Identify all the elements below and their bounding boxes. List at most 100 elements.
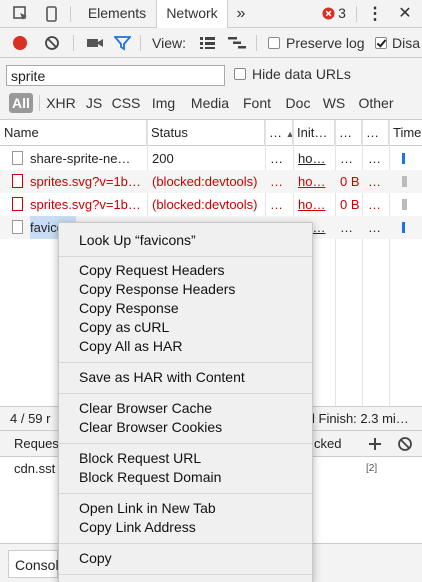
request-size: …	[340, 151, 353, 166]
type-filter-all[interactable]: All	[9, 93, 33, 113]
column-name[interactable]: Name	[0, 120, 147, 146]
close-icon[interactable]: ✕	[396, 0, 414, 27]
request-initiator-link[interactable]: ho…	[298, 170, 332, 193]
waterfall-bar	[402, 176, 407, 187]
menu-separator	[59, 543, 312, 544]
waterfall-bar	[402, 222, 405, 233]
record-icon[interactable]	[12, 35, 28, 51]
more-tabs-button[interactable]: »	[230, 0, 252, 27]
column-status[interactable]: Status	[147, 120, 265, 146]
type-filter-other[interactable]: Other	[355, 93, 397, 113]
document-icon	[12, 220, 23, 234]
request-time: …	[368, 220, 381, 235]
request-status: 200	[152, 151, 174, 166]
menu-icon[interactable]: ⋮	[366, 0, 384, 27]
request-blocking-title: Reques	[14, 436, 59, 451]
type-filter-css[interactable]: CSS	[111, 93, 141, 113]
menu-separator	[59, 362, 312, 363]
request-time: …	[368, 197, 381, 212]
document-icon	[12, 151, 23, 165]
context-menu: Look Up “favicons” Copy Request Headers …	[58, 222, 313, 582]
clear-patterns-icon[interactable]	[397, 436, 413, 452]
column-timeline[interactable]: Timel	[389, 120, 422, 146]
inspect-element-icon[interactable]	[12, 5, 30, 23]
table-row[interactable]: sprites.svg?v=1b… (blocked:devtools) … h…	[0, 193, 422, 216]
menu-item-save-as-har[interactable]: Save as HAR with Content	[79, 368, 245, 387]
filter-input[interactable]	[6, 65, 225, 86]
menu-item-copy[interactable]: Copy	[79, 549, 112, 568]
add-pattern-icon[interactable]	[368, 437, 382, 451]
menu-item-block-request-url[interactable]: Block Request URL	[79, 449, 201, 468]
filter-icon[interactable]	[114, 35, 131, 51]
blocked-pattern-item[interactable]: cdn.sst	[14, 461, 55, 476]
type-filter-doc[interactable]: Doc	[283, 93, 313, 113]
device-toolbar-icon[interactable]	[42, 5, 60, 23]
clear-icon[interactable]	[44, 35, 60, 51]
table-row[interactable]: sprites.svg?v=1b… (blocked:devtools) … h…	[0, 170, 422, 193]
request-type: …	[270, 174, 283, 189]
video-camera-icon[interactable]	[86, 35, 104, 51]
document-icon	[12, 174, 23, 188]
menu-item-copy-as-curl[interactable]: Copy as cURL	[79, 318, 169, 337]
document-icon	[12, 197, 23, 211]
error-icon[interactable]	[322, 7, 335, 20]
waterfall-bar	[402, 153, 405, 164]
menu-item-copy-all-as-har[interactable]: Copy All as HAR	[79, 337, 182, 356]
type-filter-media[interactable]: Media	[188, 93, 232, 113]
toolbar-divider	[70, 6, 71, 22]
menu-item-block-request-domain[interactable]: Block Request Domain	[79, 468, 221, 487]
request-type: …	[270, 197, 283, 212]
error-count[interactable]: 3	[336, 0, 348, 27]
request-size: 0 B	[340, 174, 360, 189]
request-initiator-link[interactable]: ho…	[298, 147, 332, 170]
table-header: Name Status … ▲ Init… … … Timel	[0, 120, 422, 146]
request-count: 4 / 59 r	[10, 411, 51, 426]
type-filter-img[interactable]: Img	[149, 93, 178, 113]
type-filter-js[interactable]: JS	[84, 93, 104, 113]
request-name: share-sprite-ne…	[30, 151, 131, 166]
request-initiator-link[interactable]: ho…	[298, 193, 332, 216]
blocked-label: cked	[314, 436, 342, 451]
column-type[interactable]: … ▲	[265, 120, 293, 146]
preserve-log-label: Preserve log	[286, 35, 365, 51]
disable-cache-label: Disa	[392, 35, 421, 51]
disable-cache-checkbox[interactable]	[375, 37, 387, 49]
type-filter-xhr[interactable]: XHR	[46, 93, 76, 113]
menu-item-clear-browser-cookies[interactable]: Clear Browser Cookies	[79, 418, 222, 437]
toolbar-divider	[140, 35, 141, 51]
type-filter-font[interactable]: Font	[240, 93, 274, 113]
menu-item-copy-response[interactable]: Copy Response	[79, 299, 179, 318]
waterfall-bar	[402, 199, 407, 210]
hide-data-urls-checkbox[interactable]	[234, 68, 246, 80]
menu-item-copy-request-headers[interactable]: Copy Request Headers	[79, 261, 225, 280]
menu-item-copy-response-headers[interactable]: Copy Response Headers	[79, 280, 235, 299]
menu-item-open-link-new-tab[interactable]: Open Link in New Tab	[79, 499, 216, 518]
column-initiator[interactable]: Init…	[293, 120, 335, 146]
type-filter-ws[interactable]: WS	[321, 93, 347, 113]
devtools-tabbar: Elements Network » 3 ⋮ ✕	[0, 0, 422, 28]
menu-item-copy-link-address[interactable]: Copy Link Address	[79, 518, 196, 537]
menu-item-clear-browser-cache[interactable]: Clear Browser Cache	[79, 399, 212, 418]
request-name: sprites.svg?v=1b…	[30, 197, 141, 212]
tab-network[interactable]: Network	[156, 0, 228, 28]
menu-item-look-up[interactable]: Look Up “favicons”	[79, 231, 196, 250]
preserve-log-checkbox[interactable]	[268, 37, 280, 49]
toolbar-divider	[356, 6, 357, 22]
large-rows-icon[interactable]	[199, 36, 216, 50]
table-row[interactable]: share-sprite-ne… 200 … ho… … …	[0, 147, 422, 170]
request-type: …	[270, 151, 283, 166]
menu-separator	[59, 256, 312, 257]
finish-time: l Finish: 2.3 mi…	[312, 411, 409, 426]
menu-separator	[59, 393, 312, 394]
filter-bar: Hide data URLs All XHR JS CSS Img Media …	[0, 58, 422, 120]
hide-data-urls-label: Hide data URLs	[252, 66, 351, 82]
tab-elements[interactable]: Elements	[78, 0, 156, 27]
request-time: …	[368, 174, 381, 189]
column-size[interactable]: …	[335, 120, 362, 146]
request-status: (blocked:devtools)	[152, 174, 258, 189]
column-time[interactable]: …	[362, 120, 389, 146]
overview-waterfall-icon[interactable]	[227, 36, 247, 50]
filter-divider	[39, 95, 40, 111]
sort-ascending-icon: ▲	[286, 129, 292, 139]
tab-console[interactable]: Consol	[8, 550, 59, 578]
